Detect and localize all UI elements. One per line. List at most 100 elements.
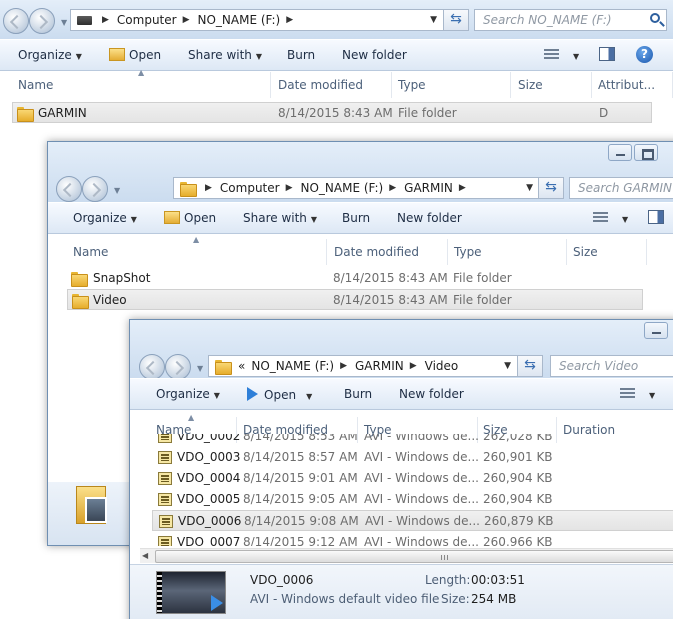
organize-button[interactable]: Organize ▼ <box>156 387 220 401</box>
folder-icon <box>71 272 88 287</box>
breadcrumb-video[interactable]: Video <box>425 359 459 373</box>
preview-pane-icon <box>648 210 664 224</box>
item-size: 260,966 KB <box>483 535 553 546</box>
explorer-window-video: ▼ « NO_NAME (F:) ▶ GARMIN ▶ Video ▼ ⇆ Se… <box>129 319 673 619</box>
recent-pages-icon[interactable]: ▼ <box>61 18 67 27</box>
breadcrumb-drive[interactable]: NO_NAME (F:) <box>198 13 281 27</box>
nav-buttons: ▼ <box>56 176 120 202</box>
recent-pages-icon[interactable]: ▼ <box>197 364 203 373</box>
refresh-button[interactable]: ⇆ <box>443 9 469 31</box>
column-size[interactable]: Size <box>512 72 592 98</box>
item-name: VDO_0004 <box>177 471 241 485</box>
chevron-right-icon[interactable]: ▶ <box>205 183 212 193</box>
back-button[interactable] <box>56 176 82 202</box>
breadcrumb-drive[interactable]: NO_NAME (F:) <box>301 181 384 195</box>
preview-pane-button[interactable] <box>599 47 615 64</box>
chevron-down-icon[interactable]: ▼ <box>526 183 533 193</box>
column-date-modified[interactable]: Date modified <box>328 239 448 265</box>
breadcrumb-drive[interactable]: NO_NAME (F:) <box>251 359 334 373</box>
chevron-down-icon[interactable]: ▼ <box>430 15 437 25</box>
list-item[interactable]: GARMIN 8/14/2015 8:43 AM File folder D <box>12 102 652 123</box>
organize-button[interactable]: Organize ▼ <box>73 211 137 225</box>
column-date-modified[interactable]: Date modified <box>272 72 392 98</box>
organize-button[interactable]: Organize ▼ <box>18 48 82 62</box>
breadcrumb-overflow[interactable]: « <box>238 359 245 373</box>
refresh-button[interactable]: ⇆ <box>538 177 564 199</box>
scroll-left-icon[interactable]: ◀ <box>142 551 148 560</box>
change-view-button[interactable]: ▼ <box>593 211 628 225</box>
new-folder-button[interactable]: New folder <box>397 211 462 225</box>
search-input[interactable]: Search Video <box>550 355 673 377</box>
search-input[interactable]: Search GARMIN <box>569 177 673 199</box>
address-bar[interactable]: ▶ Computer ▶ NO_NAME (F:) ▶ ▼ <box>70 9 444 31</box>
burn-button[interactable]: Burn <box>287 48 315 62</box>
change-view-button[interactable]: ▼ <box>620 387 655 401</box>
item-type: AVI - Windows de... <box>364 434 479 443</box>
breadcrumb-computer[interactable]: Computer <box>220 181 280 195</box>
preview-pane-button[interactable] <box>648 210 664 227</box>
column-name[interactable]: Name <box>12 72 271 98</box>
open-button[interactable]: Open ▼ <box>247 387 312 402</box>
column-name[interactable]: Name <box>67 239 327 265</box>
burn-button[interactable]: Burn <box>342 211 370 225</box>
list-item[interactable]: VDO_0007 8/14/2015 9:12 AM AVI - Windows… <box>150 532 673 546</box>
column-attributes[interactable]: Attribut... <box>592 72 673 98</box>
maximize-button[interactable] <box>634 144 658 161</box>
forward-button[interactable] <box>82 176 108 202</box>
breadcrumb-garmin[interactable]: GARMIN <box>355 359 404 373</box>
chevron-right-icon[interactable]: ▶ <box>102 15 109 25</box>
list-item[interactable]: VDO_0002 8/14/2015 8:53 AM AVI - Windows… <box>150 434 673 447</box>
help-button[interactable]: ? <box>636 46 653 63</box>
scrollbar-thumb[interactable] <box>155 550 673 563</box>
chevron-right-icon[interactable]: ▶ <box>410 361 417 371</box>
list-item[interactable]: Video 8/14/2015 8:43 AM File folder <box>67 289 643 310</box>
open-label: Open <box>264 388 297 402</box>
breadcrumb-garmin[interactable]: GARMIN <box>404 181 453 195</box>
minimize-button[interactable] <box>644 322 668 339</box>
caption-buttons <box>608 144 658 161</box>
address-bar[interactable]: « NO_NAME (F:) ▶ GARMIN ▶ Video ▼ <box>208 355 518 377</box>
list-item[interactable]: VDO_0004 8/14/2015 9:01 AM AVI - Windows… <box>150 468 673 489</box>
chevron-right-icon[interactable]: ▶ <box>389 183 396 193</box>
open-button[interactable]: Open <box>109 48 161 62</box>
minimize-button[interactable] <box>608 144 632 161</box>
column-type[interactable]: Type <box>392 72 511 98</box>
video-file-icon <box>158 451 172 464</box>
list-item[interactable]: SnapShot 8/14/2015 8:43 AM File folder <box>67 268 643 289</box>
navigation-bar: ▼ ▶ Computer ▶ NO_NAME (F:) ▶ GARMIN ▶ ▼… <box>48 174 673 202</box>
recent-pages-icon[interactable]: ▼ <box>114 186 120 195</box>
burn-button[interactable]: Burn <box>344 387 372 401</box>
breadcrumb-computer[interactable]: Computer <box>117 13 177 27</box>
chevron-down-icon[interactable]: ▼ <box>504 361 511 371</box>
search-icon[interactable] <box>650 13 660 23</box>
chevron-right-icon[interactable]: ▶ <box>459 183 466 193</box>
details-pane: VDO_0006 AVI - Windows default video fil… <box>130 564 673 619</box>
chevron-right-icon[interactable]: ▶ <box>286 183 293 193</box>
open-folder-icon <box>109 48 125 61</box>
search-input[interactable]: Search NO_NAME (F:) <box>474 9 667 31</box>
chevron-right-icon[interactable]: ▶ <box>286 15 293 25</box>
open-button[interactable]: Open <box>164 211 216 225</box>
chevron-right-icon[interactable]: ▶ <box>183 15 190 25</box>
back-button[interactable] <box>3 8 29 34</box>
forward-button[interactable] <box>165 354 191 380</box>
chevron-down-icon: ▼ <box>130 215 137 224</box>
chevron-right-icon[interactable]: ▶ <box>340 361 347 371</box>
back-button[interactable] <box>139 354 165 380</box>
new-folder-button[interactable]: New folder <box>399 387 464 401</box>
horizontal-scrollbar[interactable]: ◀ <box>140 548 673 563</box>
share-with-button[interactable]: Share with ▼ <box>188 48 262 62</box>
address-bar[interactable]: ▶ Computer ▶ NO_NAME (F:) ▶ GARMIN ▶ ▼ <box>173 177 540 199</box>
new-folder-button[interactable]: New folder <box>342 48 407 62</box>
forward-button[interactable] <box>29 8 55 34</box>
list-item[interactable]: VDO_0006 8/14/2015 9:08 AM AVI - Windows… <box>152 510 673 531</box>
share-with-button[interactable]: Share with ▼ <box>243 211 317 225</box>
item-date: 8/14/2015 8:57 AM <box>243 450 358 464</box>
list-item[interactable]: VDO_0003 8/14/2015 8:57 AM AVI - Windows… <box>150 447 673 468</box>
column-size[interactable]: Size <box>567 239 647 265</box>
chevron-down-icon: ▼ <box>306 392 313 401</box>
column-type[interactable]: Type <box>448 239 567 265</box>
list-item[interactable]: VDO_0005 8/14/2015 9:05 AM AVI - Windows… <box>150 489 673 510</box>
change-view-button[interactable]: ▼ <box>544 48 579 62</box>
refresh-button[interactable]: ⇆ <box>517 355 543 377</box>
